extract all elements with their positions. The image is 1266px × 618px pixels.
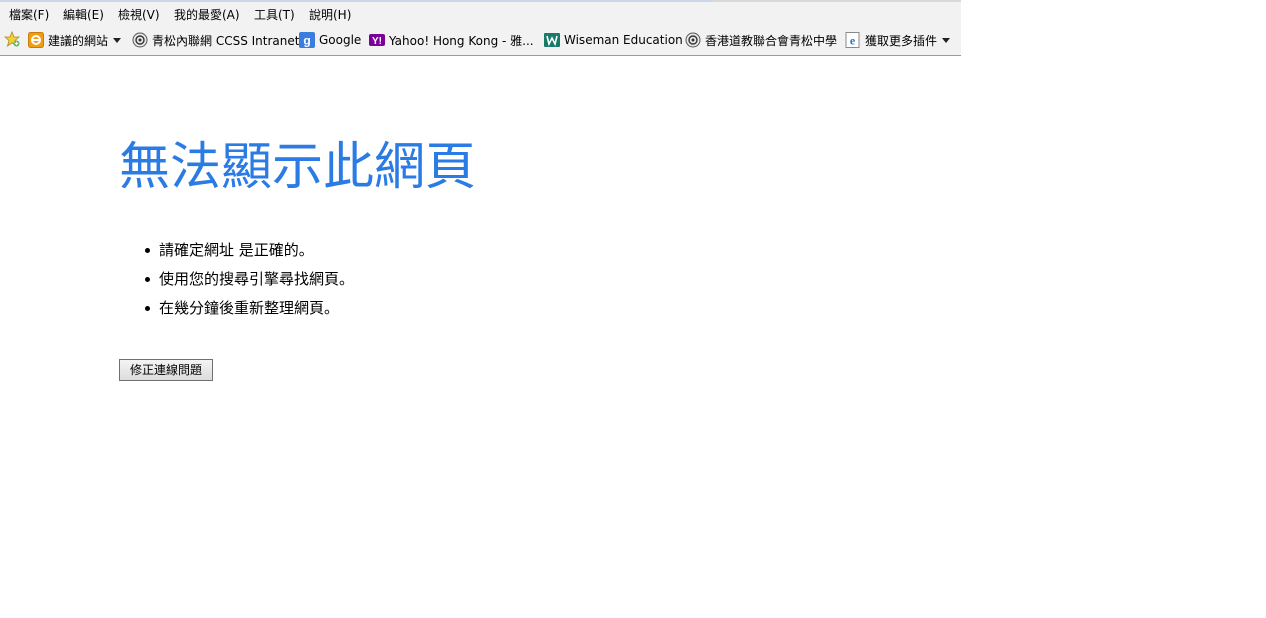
ccss-icon xyxy=(132,32,148,48)
favorite-get-addons[interactable]: e 獲取更多插件 xyxy=(845,31,951,49)
menu-file[interactable]: 檔案(F) xyxy=(9,6,49,23)
fix-connection-button[interactable]: 修正連線問題 xyxy=(119,359,213,381)
add-favorite-star-icon[interactable] xyxy=(4,31,20,47)
favorite-label: 建議的網站 xyxy=(48,33,109,48)
favorite-ccss-school[interactable]: 香港道教聯合會青松中學 xyxy=(685,31,837,49)
chevron-down-icon xyxy=(113,37,122,43)
favorite-label: 香港道教聯合會青松中學 xyxy=(705,33,838,48)
error-title: 無法顯示此網頁 xyxy=(119,138,477,197)
page-content: 無法顯示此網頁 請確定網址 是正確的。 使用您的搜尋引擎尋找網頁。 在幾分鐘後重… xyxy=(0,56,1266,618)
favorite-yahoo[interactable]: Y! Yahoo! Hong Kong - 雅... xyxy=(369,31,534,49)
browser-chrome: 檔案(F) 編輯(E) 檢視(V) 我的最愛(A) 工具(T) 說明(H) 建議… xyxy=(0,0,961,56)
svg-text:Y!: Y! xyxy=(372,36,382,47)
favorite-wiseman[interactable]: Wiseman Education xyxy=(544,31,683,49)
menu-edit[interactable]: 編輯(E) xyxy=(63,6,104,23)
list-item: 請確定網址 是正確的。 xyxy=(144,236,354,265)
menu-favorites[interactable]: 我的最愛(A) xyxy=(174,6,240,23)
menu-tools[interactable]: 工具(T) xyxy=(254,6,295,23)
favorite-suggested-sites[interactable]: 建議的網站 xyxy=(28,31,122,49)
chevron-down-icon xyxy=(942,37,951,43)
google-icon: g xyxy=(299,32,315,48)
list-item: 使用您的搜尋引擎尋找網頁。 xyxy=(144,265,354,294)
ie-addon-icon: e xyxy=(845,32,861,48)
suggested-sites-icon xyxy=(28,32,44,48)
menu-bar: 檔案(F) 編輯(E) 檢視(V) 我的最愛(A) 工具(T) 說明(H) xyxy=(0,3,961,25)
menu-view[interactable]: 檢視(V) xyxy=(118,6,160,23)
favorite-label: 青松內聯網 CCSS Intranet xyxy=(152,33,300,48)
favorite-ccss-intranet[interactable]: 青松內聯網 CCSS Intranet xyxy=(132,31,299,49)
menu-help[interactable]: 說明(H) xyxy=(309,6,351,23)
wiseman-icon xyxy=(544,32,560,48)
yahoo-icon: Y! xyxy=(369,32,385,48)
suggestion-list: 請確定網址 是正確的。 使用您的搜尋引擎尋找網頁。 在幾分鐘後重新整理網頁。 xyxy=(144,236,354,323)
svg-text:g: g xyxy=(303,34,310,48)
svg-text:e: e xyxy=(850,34,856,48)
favorite-google[interactable]: g Google xyxy=(299,31,361,49)
tabstrip-edge xyxy=(0,0,961,2)
ccss-icon xyxy=(685,32,701,48)
favorites-bar: 建議的網站 青松內聯網 CCSS Intranet g Google Y! Ya… xyxy=(0,27,961,53)
list-item: 在幾分鐘後重新整理網頁。 xyxy=(144,294,354,323)
favorite-label: Yahoo! Hong Kong - 雅... xyxy=(389,33,534,48)
favorite-label: 獲取更多插件 xyxy=(865,33,938,48)
favorite-label: Google xyxy=(319,33,362,47)
favorite-label: Wiseman Education xyxy=(564,33,683,47)
